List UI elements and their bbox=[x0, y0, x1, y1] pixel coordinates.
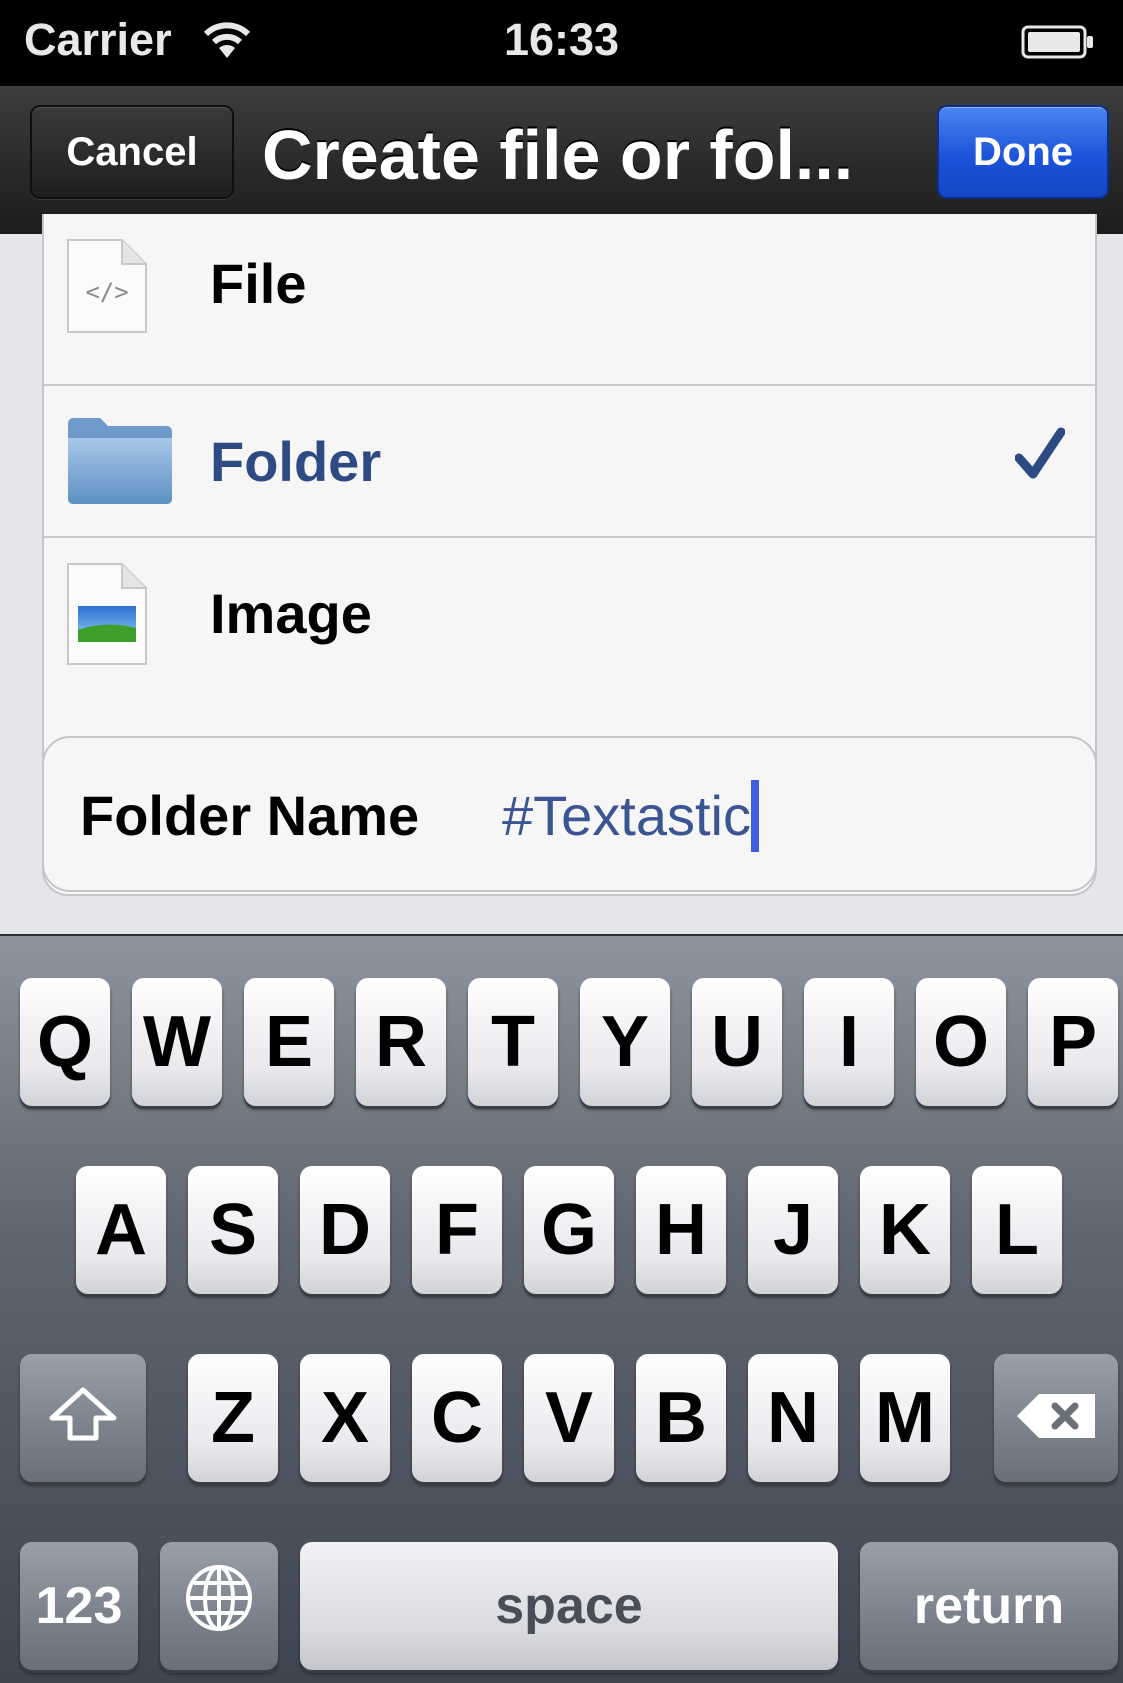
folder-name-field[interactable]: Folder Name #Textastic bbox=[42, 736, 1097, 892]
key-h[interactable]: H bbox=[636, 1166, 726, 1294]
key-u[interactable]: U bbox=[692, 978, 782, 1106]
key-p[interactable]: P bbox=[1028, 978, 1118, 1106]
key-f[interactable]: F bbox=[412, 1166, 502, 1294]
key-r[interactable]: R bbox=[356, 978, 446, 1106]
key-w[interactable]: W bbox=[132, 978, 222, 1106]
key-x[interactable]: X bbox=[300, 1354, 390, 1482]
space-key[interactable]: space bbox=[300, 1542, 838, 1670]
key-k[interactable]: K bbox=[860, 1166, 950, 1294]
delete-key[interactable] bbox=[994, 1354, 1118, 1482]
key-n[interactable]: N bbox=[748, 1354, 838, 1482]
image-file-icon bbox=[66, 562, 148, 671]
text-cursor bbox=[751, 780, 759, 853]
key-c[interactable]: C bbox=[412, 1354, 502, 1482]
content-area: </> File Folder Image Folder Name #Texta… bbox=[0, 214, 1123, 934]
backspace-icon bbox=[1013, 1377, 1099, 1459]
key-s[interactable]: S bbox=[188, 1166, 278, 1294]
folder-name-input[interactable]: #Textastic bbox=[502, 738, 759, 894]
done-button[interactable]: Done bbox=[937, 105, 1109, 199]
battery-icon bbox=[1021, 24, 1095, 65]
return-key[interactable]: return bbox=[860, 1542, 1118, 1670]
list-item-label: Image bbox=[210, 582, 372, 645]
key-t[interactable]: T bbox=[468, 978, 558, 1106]
numbers-key[interactable]: 123 bbox=[20, 1542, 138, 1670]
clock: 16:33 bbox=[503, 14, 620, 65]
key-e[interactable]: E bbox=[244, 978, 334, 1106]
status-bar: Carrier 16:33 bbox=[0, 0, 1123, 86]
key-j[interactable]: J bbox=[748, 1166, 838, 1294]
shift-icon bbox=[48, 1377, 118, 1459]
key-z[interactable]: Z bbox=[188, 1354, 278, 1482]
keyboard: Q W E R T Y U I O P A S D F G H J K L Z … bbox=[0, 934, 1123, 1683]
key-l[interactable]: L bbox=[972, 1166, 1062, 1294]
key-i[interactable]: I bbox=[804, 978, 894, 1106]
field-label: Folder Name bbox=[80, 784, 420, 847]
key-y[interactable]: Y bbox=[580, 978, 670, 1106]
key-d[interactable]: D bbox=[300, 1166, 390, 1294]
globe-key[interactable] bbox=[160, 1542, 278, 1670]
svg-text:</>: </> bbox=[85, 278, 128, 306]
key-a[interactable]: A bbox=[76, 1166, 166, 1294]
key-g[interactable]: G bbox=[524, 1166, 614, 1294]
list-item-folder[interactable]: Folder bbox=[44, 386, 1095, 538]
key-o[interactable]: O bbox=[916, 978, 1006, 1106]
code-file-icon: </> bbox=[66, 238, 148, 339]
key-v[interactable]: V bbox=[524, 1354, 614, 1482]
folder-name-value: #Textastic bbox=[502, 784, 751, 847]
globe-icon bbox=[184, 1563, 254, 1650]
key-q[interactable]: Q bbox=[20, 978, 110, 1106]
cancel-button[interactable]: Cancel bbox=[30, 105, 234, 199]
list-item-file[interactable]: </> File bbox=[44, 214, 1095, 386]
list-item-label: File bbox=[210, 252, 307, 315]
key-b[interactable]: B bbox=[636, 1354, 726, 1482]
list-item-image[interactable]: Image bbox=[44, 538, 1095, 694]
folder-icon bbox=[66, 414, 174, 511]
screen: Carrier 16:33 Cancel Create file or fol.… bbox=[0, 0, 1123, 1683]
shift-key[interactable] bbox=[20, 1354, 146, 1482]
page-title: Create file or fol... bbox=[262, 116, 854, 194]
key-m[interactable]: M bbox=[860, 1354, 950, 1482]
list-item-label: Folder bbox=[210, 430, 382, 493]
checkmark-icon bbox=[1014, 426, 1066, 487]
